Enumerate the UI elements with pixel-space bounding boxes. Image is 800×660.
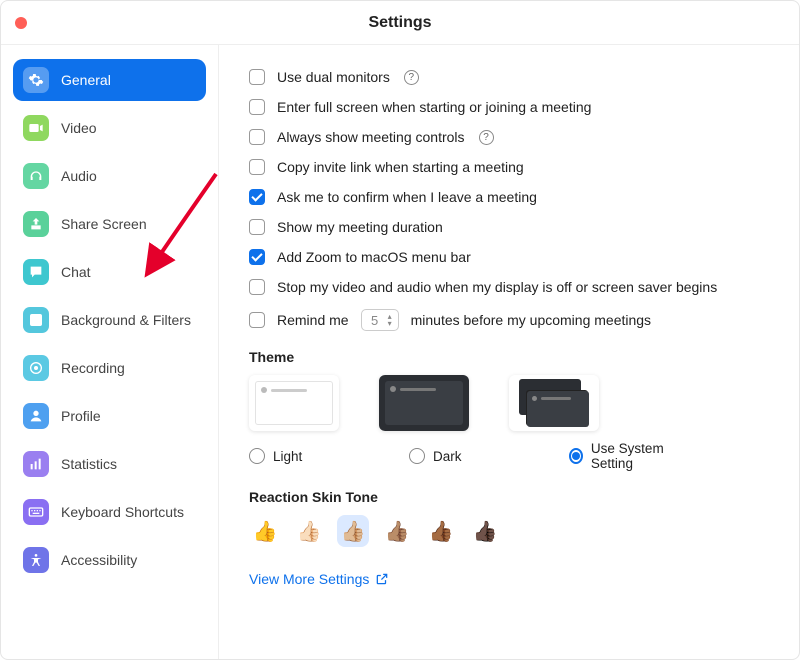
skin-tone-option[interactable]: 👍🏿 bbox=[469, 515, 501, 547]
share-icon bbox=[23, 211, 49, 237]
sidebar-item-chat[interactable]: Chat bbox=[13, 251, 206, 293]
sidebar-item-recording[interactable]: Recording bbox=[13, 347, 206, 389]
option-row: Add Zoom to macOS menu bar bbox=[249, 249, 769, 265]
theme-preview-system[interactable] bbox=[509, 375, 599, 431]
sidebar-item-label: Audio bbox=[61, 168, 97, 184]
theme-option-label: Light bbox=[273, 449, 302, 464]
theme-option-light[interactable]: Light bbox=[249, 441, 369, 471]
accessibility-icon bbox=[23, 547, 49, 573]
option-row: Copy invite link when starting a meeting bbox=[249, 159, 769, 175]
option-label: Use dual monitors bbox=[277, 69, 390, 85]
help-icon[interactable]: ? bbox=[404, 70, 419, 85]
option-row: Ask me to confirm when I leave a meeting bbox=[249, 189, 769, 205]
sidebar-item-label: Recording bbox=[61, 360, 125, 376]
skin-tone-heading: Reaction Skin Tone bbox=[249, 489, 769, 505]
sidebar-item-label: Video bbox=[61, 120, 97, 136]
option-label: Copy invite link when starting a meeting bbox=[277, 159, 524, 175]
sidebar-item-audio[interactable]: Audio bbox=[13, 155, 206, 197]
option-label: Add Zoom to macOS menu bar bbox=[277, 249, 471, 265]
theme-option-label: Dark bbox=[433, 449, 462, 464]
close-window-button[interactable] bbox=[15, 17, 27, 29]
sidebar-item-profile[interactable]: Profile bbox=[13, 395, 206, 437]
help-icon[interactable]: ? bbox=[479, 130, 494, 145]
sidebar-item-label: General bbox=[61, 72, 111, 88]
option-label: Stop my video and audio when my display … bbox=[277, 279, 717, 295]
theme-option-use-system-setting[interactable]: Use System Setting bbox=[569, 441, 689, 471]
stats-icon bbox=[23, 451, 49, 477]
external-link-icon bbox=[375, 572, 389, 586]
sidebar-item-label: Profile bbox=[61, 408, 101, 424]
sidebar-item-video[interactable]: Video bbox=[13, 107, 206, 149]
option-checkbox[interactable] bbox=[249, 219, 265, 235]
remind-minutes-value: 5 bbox=[368, 313, 382, 328]
option-label: Ask me to confirm when I leave a meeting bbox=[277, 189, 537, 205]
settings-panel: Use dual monitors ? Enter full screen wh… bbox=[219, 45, 799, 659]
option-row: Show my meeting duration bbox=[249, 219, 769, 235]
sidebar: General Video Audio Share Screen Chat Ba… bbox=[1, 45, 219, 659]
profile-icon bbox=[23, 403, 49, 429]
remind-suffix: minutes before my upcoming meetings bbox=[411, 312, 651, 328]
sidebar-item-label: Keyboard Shortcuts bbox=[61, 504, 184, 520]
theme-preview-light[interactable] bbox=[249, 375, 339, 431]
view-more-label: View More Settings bbox=[249, 571, 369, 587]
remind-checkbox[interactable] bbox=[249, 312, 265, 328]
remind-prefix: Remind me bbox=[277, 312, 349, 328]
option-row: Always show meeting controls ? bbox=[249, 129, 769, 145]
skin-tone-option[interactable]: 👍 bbox=[249, 515, 281, 547]
radio-button[interactable] bbox=[249, 448, 265, 464]
sidebar-item-share-screen[interactable]: Share Screen bbox=[13, 203, 206, 245]
skin-tone-option[interactable]: 👍🏻 bbox=[293, 515, 325, 547]
theme-preview-dark[interactable] bbox=[379, 375, 469, 431]
option-checkbox[interactable] bbox=[249, 279, 265, 295]
option-row: Stop my video and audio when my display … bbox=[249, 279, 769, 295]
sidebar-item-general[interactable]: General bbox=[13, 59, 206, 101]
sidebar-item-label: Statistics bbox=[61, 456, 117, 472]
sidebar-item-accessibility[interactable]: Accessibility bbox=[13, 539, 206, 581]
skin-tone-option[interactable]: 👍🏽 bbox=[381, 515, 413, 547]
theme-option-dark[interactable]: Dark bbox=[409, 441, 529, 471]
radio-button[interactable] bbox=[569, 448, 583, 464]
person-box-icon bbox=[23, 307, 49, 333]
sidebar-item-statistics[interactable]: Statistics bbox=[13, 443, 206, 485]
view-more-settings-link[interactable]: View More Settings bbox=[249, 571, 389, 587]
keyboard-icon bbox=[23, 499, 49, 525]
option-checkbox[interactable] bbox=[249, 189, 265, 205]
option-checkbox[interactable] bbox=[249, 159, 265, 175]
record-icon bbox=[23, 355, 49, 381]
option-label: Always show meeting controls bbox=[277, 129, 465, 145]
sidebar-item-label: Chat bbox=[61, 264, 91, 280]
headphones-icon bbox=[23, 163, 49, 189]
sidebar-item-label: Accessibility bbox=[61, 552, 137, 568]
sidebar-item-label: Share Screen bbox=[61, 216, 147, 232]
gear-icon bbox=[23, 67, 49, 93]
option-checkbox[interactable] bbox=[249, 69, 265, 85]
option-label: Show my meeting duration bbox=[277, 219, 443, 235]
theme-option-label: Use System Setting bbox=[591, 441, 689, 471]
chat-icon bbox=[23, 259, 49, 285]
option-label: Enter full screen when starting or joini… bbox=[277, 99, 591, 115]
option-checkbox[interactable] bbox=[249, 249, 265, 265]
option-row: Use dual monitors ? bbox=[249, 69, 769, 85]
radio-button[interactable] bbox=[409, 448, 425, 464]
skin-tone-option[interactable]: 👍🏼 bbox=[337, 515, 369, 547]
titlebar: Settings bbox=[1, 1, 799, 45]
option-checkbox[interactable] bbox=[249, 99, 265, 115]
skin-tone-option[interactable]: 👍🏾 bbox=[425, 515, 457, 547]
sidebar-item-keyboard-shortcuts[interactable]: Keyboard Shortcuts bbox=[13, 491, 206, 533]
option-remind-me: Remind me 5 ▴▾ minutes before my upcomin… bbox=[249, 309, 769, 331]
sidebar-item-label: Background & Filters bbox=[61, 312, 191, 328]
remind-minutes-stepper[interactable]: 5 ▴▾ bbox=[361, 309, 399, 331]
option-checkbox[interactable] bbox=[249, 129, 265, 145]
theme-heading: Theme bbox=[249, 349, 769, 365]
video-icon bbox=[23, 115, 49, 141]
sidebar-item-background-filters[interactable]: Background & Filters bbox=[13, 299, 206, 341]
window-title: Settings bbox=[1, 14, 799, 32]
option-row: Enter full screen when starting or joini… bbox=[249, 99, 769, 115]
